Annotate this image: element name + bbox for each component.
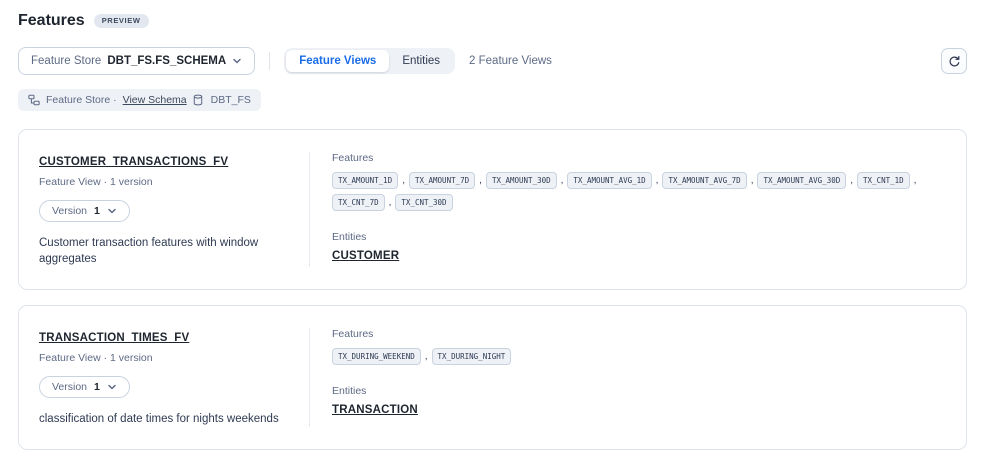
page-title: Features <box>18 12 85 30</box>
feature-chip-unit: TX_AMOUNT_30D, <box>486 172 563 189</box>
version-value: 1 <box>94 381 100 393</box>
feature-views-count: 2 Feature Views <box>469 55 552 67</box>
schema-icon <box>28 94 40 106</box>
feature-chip: TX_DURING_NIGHT <box>432 348 512 365</box>
feature-chip: TX_CNT_1D <box>857 172 910 189</box>
toolbar-left: Feature Store DBT_FS.FS_SCHEMA Feature V… <box>18 47 552 75</box>
version-dropdown[interactable]: Version 1 <box>39 376 130 398</box>
refresh-icon <box>948 55 961 68</box>
preview-badge: PREVIEW <box>94 14 149 28</box>
breadcrumb-prefix: Feature Store · <box>46 94 117 106</box>
chevron-down-icon <box>107 206 117 216</box>
feature-chip-unit: TX_CNT_1D, <box>857 172 916 189</box>
version-label: Version <box>52 205 87 217</box>
feature-chip-unit: TX_CNT_7D, <box>332 194 391 211</box>
tab-feature-views[interactable]: Feature Views <box>286 50 389 72</box>
entities-label: Entities <box>332 231 946 243</box>
features-page: Features PREVIEW Feature Store DBT_FS.FS… <box>0 0 985 460</box>
tab-entities[interactable]: Entities <box>389 50 453 72</box>
page-header: Features PREVIEW <box>18 10 967 32</box>
feature-chip-unit: TX_AMOUNT_AVG_30D, <box>757 172 853 189</box>
chip-separator: , <box>914 175 917 186</box>
feature-chip-unit: TX_AMOUNT_AVG_1D, <box>567 172 658 189</box>
feature-chip-unit: TX_DURING_NIGHT <box>432 348 512 365</box>
feature-chip: TX_DURING_WEEKEND <box>332 348 421 365</box>
feature-chip: TX_AMOUNT_AVG_1D <box>567 172 651 189</box>
database-icon <box>193 94 203 106</box>
feature-chip-unit: TX_AMOUNT_1D, <box>332 172 405 189</box>
feature-view-subtitle: Feature View · 1 version <box>39 176 289 188</box>
feature-chip: TX_CNT_7D <box>332 194 385 211</box>
feature-view-list: CUSTOMER_TRANSACTIONS_FV Feature View · … <box>18 129 967 450</box>
feature-chip-unit: TX_AMOUNT_AVG_7D, <box>662 172 753 189</box>
feature-chip: TX_CNT_30D <box>395 194 452 211</box>
chip-separator: , <box>479 175 482 186</box>
feature-store-value: DBT_FS.FS_SCHEMA <box>107 55 226 67</box>
card-details: Features TX_DURING_WEEKEND,TX_DURING_NIG… <box>309 328 946 427</box>
entities-label: Entities <box>332 385 946 397</box>
version-value: 1 <box>94 205 100 217</box>
toolbar-divider <box>269 52 270 70</box>
card-details: Features TX_AMOUNT_1D,TX_AMOUNT_7D,TX_AM… <box>309 152 946 267</box>
toolbar: Feature Store DBT_FS.FS_SCHEMA Feature V… <box>18 47 967 75</box>
feature-view-card: CUSTOMER_TRANSACTIONS_FV Feature View · … <box>18 129 967 290</box>
version-dropdown[interactable]: Version 1 <box>39 200 130 222</box>
card-summary: CUSTOMER_TRANSACTIONS_FV Feature View · … <box>39 152 309 267</box>
entity-link[interactable]: CUSTOMER <box>332 250 399 262</box>
view-tabs: Feature Views Entities <box>284 48 455 74</box>
feature-chip: TX_AMOUNT_1D <box>332 172 398 189</box>
chip-separator: , <box>751 175 754 186</box>
feature-chip-unit: TX_DURING_WEEKEND, <box>332 348 428 365</box>
chevron-down-icon <box>232 56 242 66</box>
feature-store-dropdown[interactable]: Feature Store DBT_FS.FS_SCHEMA <box>18 47 255 75</box>
feature-chip-unit: TX_AMOUNT_7D, <box>409 172 482 189</box>
chip-separator: , <box>850 175 853 186</box>
entity-link[interactable]: TRANSACTION <box>332 404 418 416</box>
breadcrumb: Feature Store · View Schema DBT_FS <box>18 89 261 111</box>
breadcrumb-database: DBT_FS <box>211 94 251 106</box>
feature-chip: TX_AMOUNT_AVG_30D <box>757 172 846 189</box>
features-label: Features <box>332 152 946 164</box>
version-label: Version <box>52 381 87 393</box>
view-schema-link[interactable]: View Schema <box>123 94 187 106</box>
card-summary: TRANSACTION_TIMES_FV Feature View · 1 ve… <box>39 328 309 427</box>
features-label: Features <box>332 328 946 340</box>
feature-view-link[interactable]: TRANSACTION_TIMES_FV <box>39 332 189 344</box>
chip-separator: , <box>425 351 428 362</box>
chevron-down-icon <box>107 382 117 392</box>
breadcrumb-row: Feature Store · View Schema DBT_FS <box>18 89 967 111</box>
feature-view-subtitle: Feature View · 1 version <box>39 352 289 364</box>
chip-separator: , <box>561 175 564 186</box>
chip-separator: , <box>656 175 659 186</box>
feature-view-description: Customer transaction features with windo… <box>39 235 289 267</box>
feature-chip: TX_AMOUNT_AVG_7D <box>662 172 746 189</box>
feature-chip: TX_AMOUNT_30D <box>486 172 557 189</box>
chip-separator: , <box>402 175 405 186</box>
feature-chip-unit: TX_CNT_30D <box>395 194 452 211</box>
chip-separator: , <box>389 197 392 208</box>
feature-chips: TX_AMOUNT_1D,TX_AMOUNT_7D,TX_AMOUNT_30D,… <box>332 172 946 211</box>
feature-view-link[interactable]: CUSTOMER_TRANSACTIONS_FV <box>39 156 228 168</box>
feature-chips: TX_DURING_WEEKEND,TX_DURING_NIGHT <box>332 348 946 365</box>
feature-chip: TX_AMOUNT_7D <box>409 172 475 189</box>
feature-view-description: classification of date times for nights … <box>39 411 289 427</box>
feature-store-label: Feature Store <box>31 55 101 67</box>
refresh-button[interactable] <box>941 48 967 74</box>
feature-view-card: TRANSACTION_TIMES_FV Feature View · 1 ve… <box>18 305 967 450</box>
